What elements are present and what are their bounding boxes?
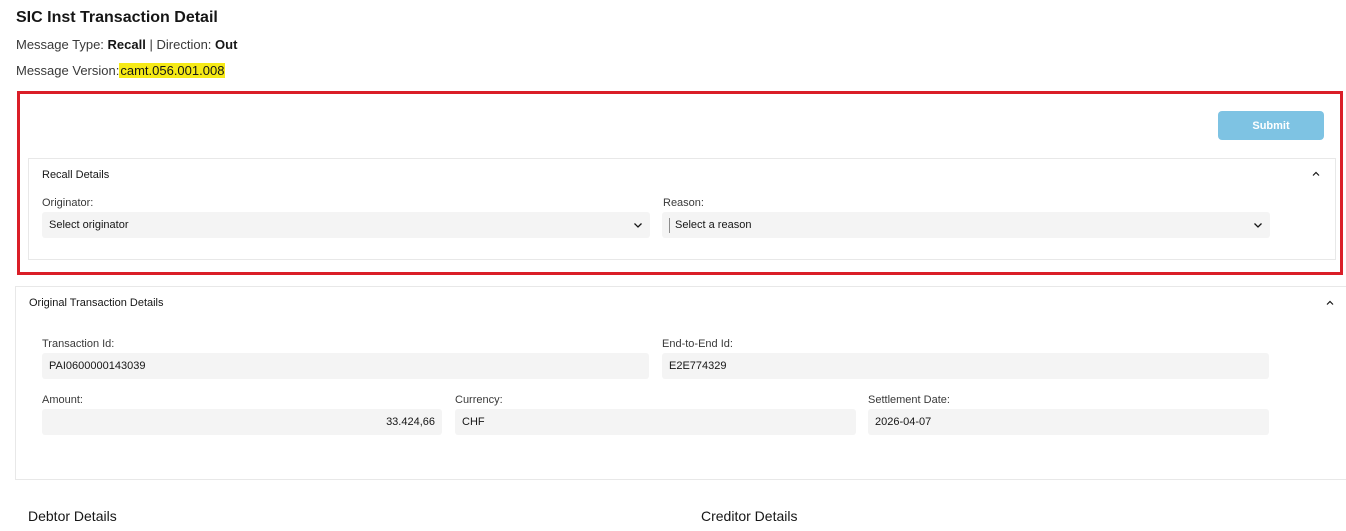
amount-label: Amount: [42,394,83,406]
settlement-date-field: 2026-04-07 [868,409,1269,435]
direction-label: Direction: [156,37,212,52]
reason-placeholder: Select a reason [675,219,752,231]
message-type-label: Message Type: [16,37,104,52]
transaction-id-label: Transaction Id: [42,338,115,350]
separator: | [149,37,153,52]
end-to-end-id-field: E2E774329 [662,353,1269,379]
message-type-line: Message Type: Recall | Direction: Out [16,37,237,52]
currency-label: Currency: [455,394,503,406]
chevron-up-icon[interactable] [1325,298,1335,308]
direction-value: Out [215,37,238,52]
message-version-value: camt.056.001.008 [119,63,226,78]
chevron-up-icon[interactable] [1311,169,1321,179]
original-transaction-title: Original Transaction Details [29,297,164,309]
page-title: SIC Inst Transaction Detail [16,9,218,26]
transaction-id-field: PAI0600000143039 [42,353,649,379]
text-cursor [669,217,670,233]
recall-details-title: Recall Details [42,169,110,181]
message-version-line: Message Version:camt.056.001.008 [16,63,226,78]
chevron-down-icon [1252,219,1264,231]
original-transaction-card: Original Transaction Details Transaction… [15,286,1346,480]
submit-button[interactable]: Submit [1218,111,1324,140]
currency-field: CHF [455,409,856,435]
chevron-down-icon [632,219,644,231]
debtor-details-heading: Debtor Details [28,508,117,524]
originator-placeholder: Select originator [49,219,129,231]
originator-label: Originator: [42,197,94,209]
reason-select[interactable]: Select a reason [662,212,1270,238]
originator-select[interactable]: Select originator [42,212,650,238]
settlement-date-label: Settlement Date: [868,394,950,406]
creditor-details-heading: Creditor Details [701,508,798,524]
amount-field: 33.424,66 [42,409,442,435]
reason-label: Reason: [663,197,704,209]
end-to-end-id-label: End-to-End Id: [662,338,733,350]
message-type-value: Recall [107,37,146,52]
recall-details-card: Recall Details Originator: Select origin… [28,158,1336,260]
message-version-label: Message Version: [16,63,120,78]
